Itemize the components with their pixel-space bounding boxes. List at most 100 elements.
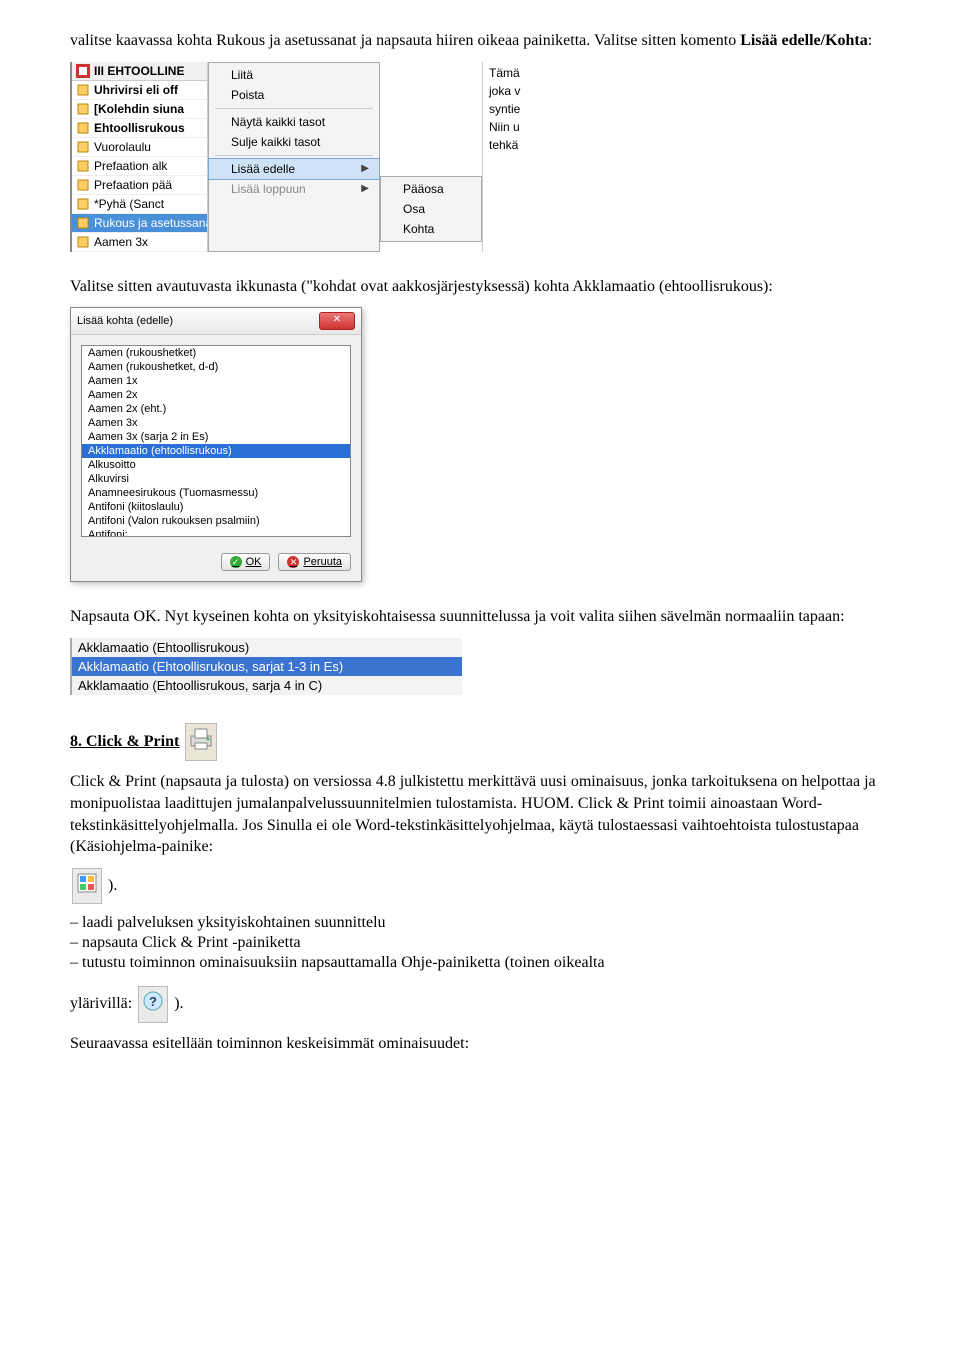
tree-node-icon bbox=[76, 83, 90, 97]
submenu-item[interactable]: Osa bbox=[381, 199, 481, 219]
listbox-item[interactable]: Aamen 2x bbox=[82, 388, 350, 402]
tree-item[interactable]: Vuorolaulu bbox=[72, 138, 207, 157]
heading-8-row: 8. Click & Print bbox=[70, 723, 890, 762]
context-submenu: PääosaOsaKohta bbox=[380, 176, 482, 242]
list-item[interactable]: Akklamaatio (Ehtoollisrukous, sarja 4 in… bbox=[72, 676, 462, 695]
para-4-icon-line: ). bbox=[70, 868, 890, 905]
para-1-colon: : bbox=[868, 32, 872, 49]
menu-item[interactable]: Sulje kaikki tasot bbox=[209, 132, 379, 152]
menu-item-label: Lisää loppuun bbox=[231, 182, 306, 196]
listbox-item[interactable]: Antifoni (Valon rukouksen psalmiin) bbox=[82, 514, 350, 528]
tree-item[interactable]: Prefaation alk bbox=[72, 157, 207, 176]
bullet-list: – laadi palveluksen yksityiskohtainen su… bbox=[70, 914, 890, 972]
chevron-right-icon: ▶ bbox=[361, 163, 369, 174]
menu-item[interactable]: Liitä bbox=[209, 65, 379, 85]
list-item: – tutustu toiminnon ominaisuuksiin napsa… bbox=[70, 954, 890, 972]
list-item: – napsauta Click & Print -painiketta bbox=[70, 934, 890, 952]
bullets-tail-label: ylärivillä: bbox=[70, 995, 136, 1012]
listbox-item[interactable]: Aamen 2x (eht.) bbox=[82, 402, 350, 416]
listbox-item[interactable]: Aamen 1x bbox=[82, 374, 350, 388]
tree-node-icon bbox=[76, 121, 90, 135]
listbox-item[interactable]: Akklamaatio (ehtoollisrukous) bbox=[82, 444, 350, 458]
para-4-text: Click & Print (napsauta ja tulosta) on v… bbox=[70, 773, 876, 855]
screenshot-small-list: Akklamaatio (Ehtoollisrukous)Akklamaatio… bbox=[70, 638, 462, 695]
tree-item[interactable]: Prefaation pää bbox=[72, 176, 207, 195]
menu-item-label: Lisää edelle bbox=[231, 162, 295, 176]
submenu-item[interactable]: Pääosa bbox=[381, 179, 481, 199]
listbox-item[interactable]: Aamen (rukoushetket, d-d) bbox=[82, 360, 350, 374]
dialog-title: Lisää kohta (edelle) bbox=[77, 315, 173, 327]
tree-item[interactable]: *Pyhä (Sanct bbox=[72, 195, 207, 214]
ok-label: OK bbox=[246, 556, 262, 568]
context-menu: Liitä Poista Näytä kaikki tasot Sulje kaikk… bbox=[208, 62, 380, 252]
screenshot-context-menu: III EHTOOLLINE Uhrivirsi eli off [Kolehdi… bbox=[70, 62, 632, 252]
tree-item[interactable]: Ehtoollisrukous bbox=[72, 119, 207, 138]
tree-item-label: Ehtoollisrukous bbox=[94, 121, 185, 135]
side-text-line: joka v bbox=[489, 82, 549, 100]
listbox-item[interactable]: Alkusoitto bbox=[82, 458, 350, 472]
tree-node-icon bbox=[76, 178, 90, 192]
tree-item[interactable]: [Kolehdin siuna bbox=[72, 100, 207, 119]
menu-item-label: Näytä kaikki tasot bbox=[231, 115, 325, 129]
click-and-print-icon bbox=[185, 723, 217, 762]
help-icon: ? bbox=[138, 986, 168, 1023]
heading-8-text: 8. Click & Print bbox=[70, 731, 179, 753]
para-1-bold: Lisää edelle/Kohta bbox=[740, 32, 868, 49]
bullets-tail-line: ylärivillä: ? ). bbox=[70, 986, 890, 1023]
para-4-tail: ). bbox=[108, 877, 117, 894]
cancel-label: Peruuta bbox=[303, 556, 342, 568]
tree-item-label: Vuorolaulu bbox=[94, 140, 151, 154]
ok-button[interactable]: ✓ OK bbox=[221, 553, 271, 571]
tree-node-icon bbox=[76, 235, 90, 249]
menu-item-label: Sulje kaikki tasot bbox=[231, 135, 320, 149]
list-item: – laadi palveluksen yksityiskohtainen su… bbox=[70, 914, 890, 932]
menu-item[interactable]: Näytä kaikki tasot bbox=[209, 112, 379, 132]
tree-item-label: Prefaation alk bbox=[94, 159, 167, 173]
close-icon[interactable]: ✕ bbox=[319, 312, 355, 330]
tree-title-row: III EHTOOLLINE bbox=[72, 62, 207, 81]
menu-item-label: Poista bbox=[231, 88, 264, 102]
listbox-item[interactable]: Alkuvirsi bbox=[82, 472, 350, 486]
side-text-line: tehkä bbox=[489, 136, 549, 154]
dialog-listbox[interactable]: Aamen (rukoushetket)Aamen (rukoushetket,… bbox=[81, 345, 351, 537]
chevron-right-icon: ▶ bbox=[361, 183, 369, 194]
listbox-item[interactable]: Aamen 3x (sarja 2 in Es) bbox=[82, 430, 350, 444]
list-item[interactable]: Akklamaatio (Ehtoollisrukous) bbox=[72, 638, 462, 657]
tree-node-icon bbox=[76, 140, 90, 154]
tree-node-icon bbox=[76, 197, 90, 211]
listbox-item[interactable]: Aamen 3x bbox=[82, 416, 350, 430]
cancel-button[interactable]: ✕ Peruuta bbox=[278, 553, 351, 571]
menu-item[interactable]: Lisää edelle ▶ bbox=[208, 158, 380, 180]
listbox-item[interactable]: Aamen (rukoushetket) bbox=[82, 346, 350, 360]
dialog-button-row: ✓ OK ✕ Peruuta bbox=[71, 547, 361, 581]
listbox-item[interactable]: Antifoni (kiitoslaulu) bbox=[82, 500, 350, 514]
tree-item[interactable]: Aamen 3x bbox=[72, 233, 207, 252]
side-text-panel: Tämäjoka vsyntieNiin utehkä bbox=[482, 62, 555, 252]
tree-node-icon bbox=[76, 159, 90, 173]
tree-item-label: Prefaation pää bbox=[94, 178, 172, 192]
tree-item[interactable]: Uhrivirsi eli off bbox=[72, 81, 207, 100]
submenu-item[interactable]: Kohta bbox=[381, 219, 481, 239]
tree-item-label: Rukous ja asetussanat bbox=[94, 216, 207, 230]
para-1-text-a: valitse kaavassa kohta Rukous ja asetuss… bbox=[70, 32, 740, 49]
bullets-tail-paren: ). bbox=[174, 995, 183, 1012]
menu-item[interactable]: Poista bbox=[209, 85, 379, 105]
para-1: valitse kaavassa kohta Rukous ja asetuss… bbox=[70, 30, 890, 52]
tree-item-label: Aamen 3x bbox=[94, 235, 148, 249]
listbox-item[interactable]: Antifoni: bbox=[82, 528, 350, 536]
tree-item-label: Uhrivirsi eli off bbox=[94, 83, 178, 97]
section-icon bbox=[76, 64, 90, 78]
tree-item[interactable]: Rukous ja asetussanat bbox=[72, 214, 207, 233]
tree-node-icon bbox=[76, 216, 90, 230]
heading-8: 8. Click & Print bbox=[70, 731, 179, 753]
tree-item-label: *Pyhä (Sanct bbox=[94, 197, 164, 211]
para-4: Click & Print (napsauta ja tulosta) on v… bbox=[70, 771, 890, 857]
list-item[interactable]: Akklamaatio (Ehtoollisrukous, sarjat 1-3… bbox=[72, 657, 462, 676]
side-text-line: Tämä bbox=[489, 64, 549, 82]
tree-panel: III EHTOOLLINE Uhrivirsi eli off [Kolehdi… bbox=[72, 62, 208, 252]
svg-text:?: ? bbox=[149, 994, 157, 1009]
listbox-item[interactable]: Anamneesirukous (Tuomasmessu) bbox=[82, 486, 350, 500]
side-text-line: Niin u bbox=[489, 118, 549, 136]
menu-separator bbox=[215, 108, 373, 109]
para-2: Valitse sitten avautuvasta ikkunasta ("k… bbox=[70, 276, 890, 298]
